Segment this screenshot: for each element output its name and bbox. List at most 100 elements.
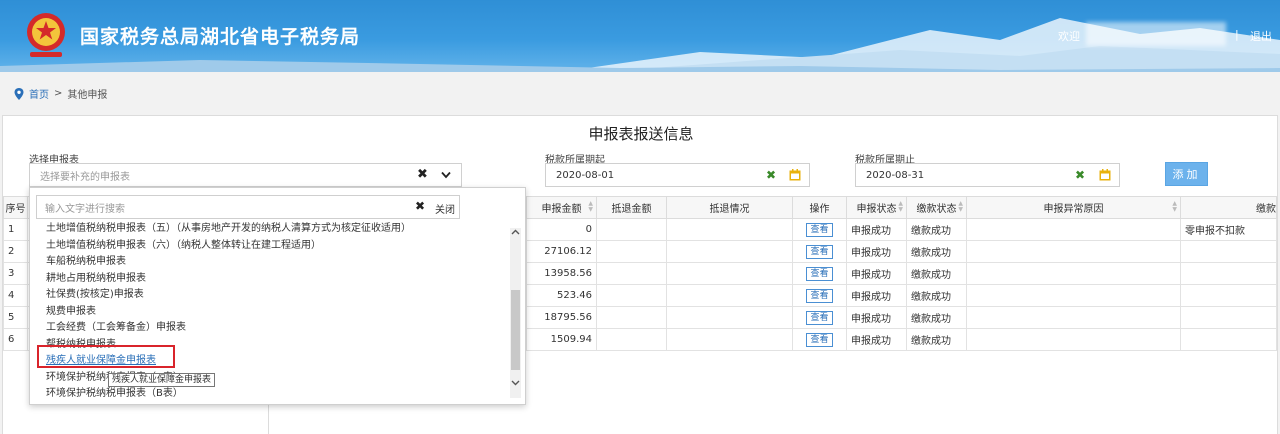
clear-search-icon[interactable]: ✖ [415, 199, 425, 213]
row-refund-amount [596, 284, 667, 307]
header-separator: | [1235, 28, 1239, 41]
row-amount: 1509.94 [526, 328, 597, 351]
row-exception [966, 306, 1181, 329]
row-payment-note [1180, 262, 1277, 285]
row-pay-status: 缴款成功 [906, 284, 967, 307]
row-no: 5 [3, 306, 28, 329]
row-action-cell: 查看 [792, 218, 847, 241]
scroll-down-icon[interactable] [511, 378, 520, 387]
highlight-annotation-box [37, 345, 175, 368]
form-select-dropdown: 输入文字进行搜索 ✖ 关闭 土地增值税纳税申报表（五）（从事房地产开发的纳税人清… [29, 187, 526, 405]
view-button[interactable]: 查看 [806, 244, 833, 259]
page-root: 国家税务总局湖北省电子税务局 欢迎 | 退出 首页 > 其他申报 申报表报送信息… [0, 0, 1280, 434]
row-refund-amount [596, 218, 667, 241]
view-button[interactable]: 查看 [806, 310, 833, 325]
row-pay-status: 缴款成功 [906, 328, 967, 351]
view-button[interactable]: 查看 [806, 288, 833, 303]
select-form-field[interactable]: 选择要补充的申报表 [29, 163, 462, 187]
row-payment-note [1180, 306, 1277, 329]
row-exception [966, 218, 1181, 241]
row-refund-amount [596, 306, 667, 329]
dropdown-item[interactable]: 规费申报表 [46, 304, 516, 321]
row-payment-note [1180, 284, 1277, 307]
row-refund-status [666, 306, 793, 329]
row-amount: 13958.56 [526, 262, 597, 285]
col-header-amount[interactable]: 申报金额 ▲ ▼ [526, 196, 597, 219]
row-exception [966, 328, 1181, 351]
col-header-no: 序号 [3, 196, 28, 219]
row-amount: 0 [526, 218, 597, 241]
row-refund-status [666, 218, 793, 241]
breadcrumb-home-link[interactable]: 首页 [29, 86, 49, 101]
col-header-decl-status[interactable]: 申报状态 ▲ ▼ [846, 196, 907, 219]
dropdown-item[interactable]: 车船税纳税申报表 [46, 254, 516, 271]
dropdown-item[interactable]: 土地增值税纳税申报表（六）（纳税人整体转让在建工程适用） [46, 238, 516, 255]
view-button[interactable]: 查看 [806, 332, 833, 347]
location-pin-icon [14, 87, 24, 100]
dropdown-item[interactable]: 社保费(按核定)申报表 [46, 287, 516, 304]
calendar-icon[interactable] [789, 169, 801, 181]
period-end-value: 2020-08-31 [866, 169, 925, 181]
row-no: 2 [3, 240, 28, 263]
dropdown-scrollbar[interactable] [510, 228, 521, 398]
row-action-cell: 查看 [792, 262, 847, 285]
add-button[interactable]: 添加 [1165, 162, 1208, 186]
row-action-cell: 查看 [792, 306, 847, 329]
col-header-pay-status[interactable]: 缴款状态 ▲ ▼ [906, 196, 967, 219]
dropdown-item[interactable]: 耕地占用税纳税申报表 [46, 271, 516, 288]
row-action-cell: 查看 [792, 284, 847, 307]
row-payment-note [1180, 328, 1277, 351]
dropdown-close-button[interactable]: 关闭 [435, 201, 455, 216]
blurred-username [1086, 22, 1226, 46]
site-header: 国家税务总局湖北省电子税务局 欢迎 | 退出 [0, 0, 1280, 72]
row-amount: 523.46 [526, 284, 597, 307]
row-refund-status [666, 262, 793, 285]
row-decl-status: 申报成功 [846, 240, 907, 263]
dropdown-item[interactable]: 工会经费（工会筹备金）申报表 [46, 320, 516, 337]
breadcrumb-current: 其他申报 [67, 90, 108, 101]
row-no: 1 [3, 218, 28, 241]
calendar-icon[interactable] [1099, 169, 1111, 181]
row-amount: 27106.12 [526, 240, 597, 263]
dropdown-search-placeholder: 输入文字进行搜索 [45, 203, 125, 215]
clear-start-date-icon[interactable]: ✖ [766, 168, 776, 182]
col-header-refund-amount: 抵退金额 [596, 196, 667, 219]
clear-selection-icon[interactable]: ✖ [417, 167, 428, 182]
row-pay-status: 缴款成功 [906, 218, 967, 241]
row-no: 4 [3, 284, 28, 307]
col-header-refund-status: 抵退情况 [666, 196, 793, 219]
row-action-cell: 查看 [792, 240, 847, 263]
period-start-value: 2020-08-01 [556, 169, 615, 181]
row-refund-status [666, 284, 793, 307]
row-exception [966, 240, 1181, 263]
col-header-payment: 缴款 [1180, 196, 1277, 219]
logout-link[interactable]: 退出 [1250, 28, 1272, 44]
row-exception [966, 262, 1181, 285]
col-header-exception[interactable]: 申报异常原因 ▲ ▼ [966, 196, 1181, 219]
row-refund-amount [596, 262, 667, 285]
breadcrumb: 首页 > 其他申报 [14, 86, 107, 101]
scroll-up-icon[interactable] [511, 228, 520, 237]
row-refund-status [666, 328, 793, 351]
chevron-down-icon[interactable] [441, 171, 451, 179]
row-no: 6 [3, 328, 28, 351]
row-decl-status: 申报成功 [846, 328, 907, 351]
clear-end-date-icon[interactable]: ✖ [1075, 168, 1085, 182]
dropdown-item[interactable]: 土地增值税纳税申报表（五）（从事房地产开发的纳税人清算方式为核定征收适用） [46, 221, 516, 238]
row-pay-status: 缴款成功 [906, 262, 967, 285]
dropdown-search-input[interactable]: 输入文字进行搜索 [36, 195, 460, 219]
breadcrumb-arrow: > [54, 88, 63, 99]
view-button[interactable]: 查看 [806, 222, 833, 237]
row-payment-note: 零申报不扣款 [1180, 218, 1277, 241]
row-refund-status [666, 240, 793, 263]
scrollbar-thumb[interactable] [511, 290, 520, 370]
welcome-text: 欢迎 [1058, 30, 1080, 43]
row-pay-status: 缴款成功 [906, 240, 967, 263]
view-button[interactable]: 查看 [806, 266, 833, 281]
site-title: 国家税务总局湖北省电子税务局 [80, 26, 361, 48]
panel-title: 申报表报送信息 [588, 125, 694, 143]
row-decl-status: 申报成功 [846, 306, 907, 329]
dropdown-item[interactable]: 环境保护税纳税申报表（B表） [46, 386, 516, 403]
select-form-placeholder: 选择要补充的申报表 [40, 171, 130, 183]
row-decl-status: 申报成功 [846, 284, 907, 307]
